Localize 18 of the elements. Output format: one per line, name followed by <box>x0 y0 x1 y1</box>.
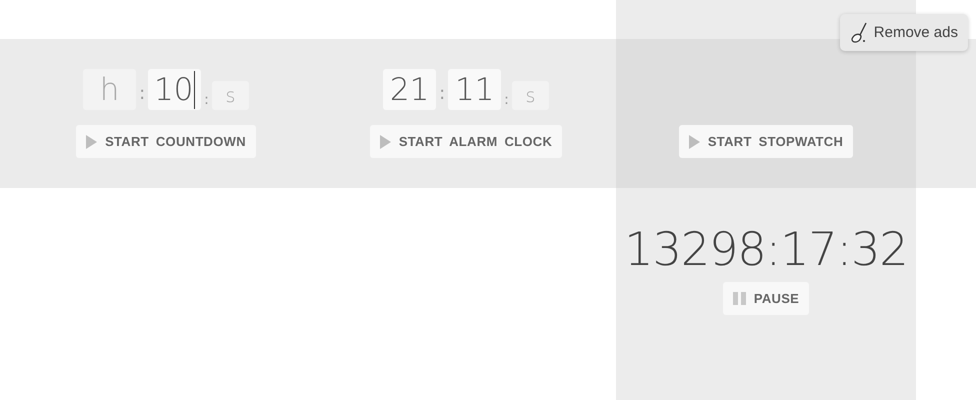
start-countdown-button[interactable]: START COUNTDOWN <box>76 125 256 158</box>
colon-separator: : <box>504 92 509 110</box>
text-caret <box>194 70 196 108</box>
elapsed-time: 13298:17:32 <box>624 222 908 276</box>
play-icon <box>380 134 391 148</box>
play-icon <box>86 134 98 148</box>
input-field[interactable]: 10 <box>148 69 202 110</box>
colon-separator: : <box>439 83 446 106</box>
input-field[interactable]: 11 <box>448 69 502 110</box>
pause-button[interactable]: PAUSE <box>722 282 810 315</box>
input-field[interactable]: 21 <box>383 69 436 110</box>
start-stopwatch-button[interactable]: START STOPWATCH <box>678 125 854 158</box>
pause-icon <box>732 292 746 305</box>
remove-ads-button[interactable]: Remove ads <box>840 14 968 51</box>
colon-separator: : <box>139 83 146 106</box>
start-alarm-button[interactable]: START ALARM CLOCK <box>370 125 562 158</box>
play-icon <box>688 134 700 148</box>
colon-separator: : <box>204 92 209 110</box>
